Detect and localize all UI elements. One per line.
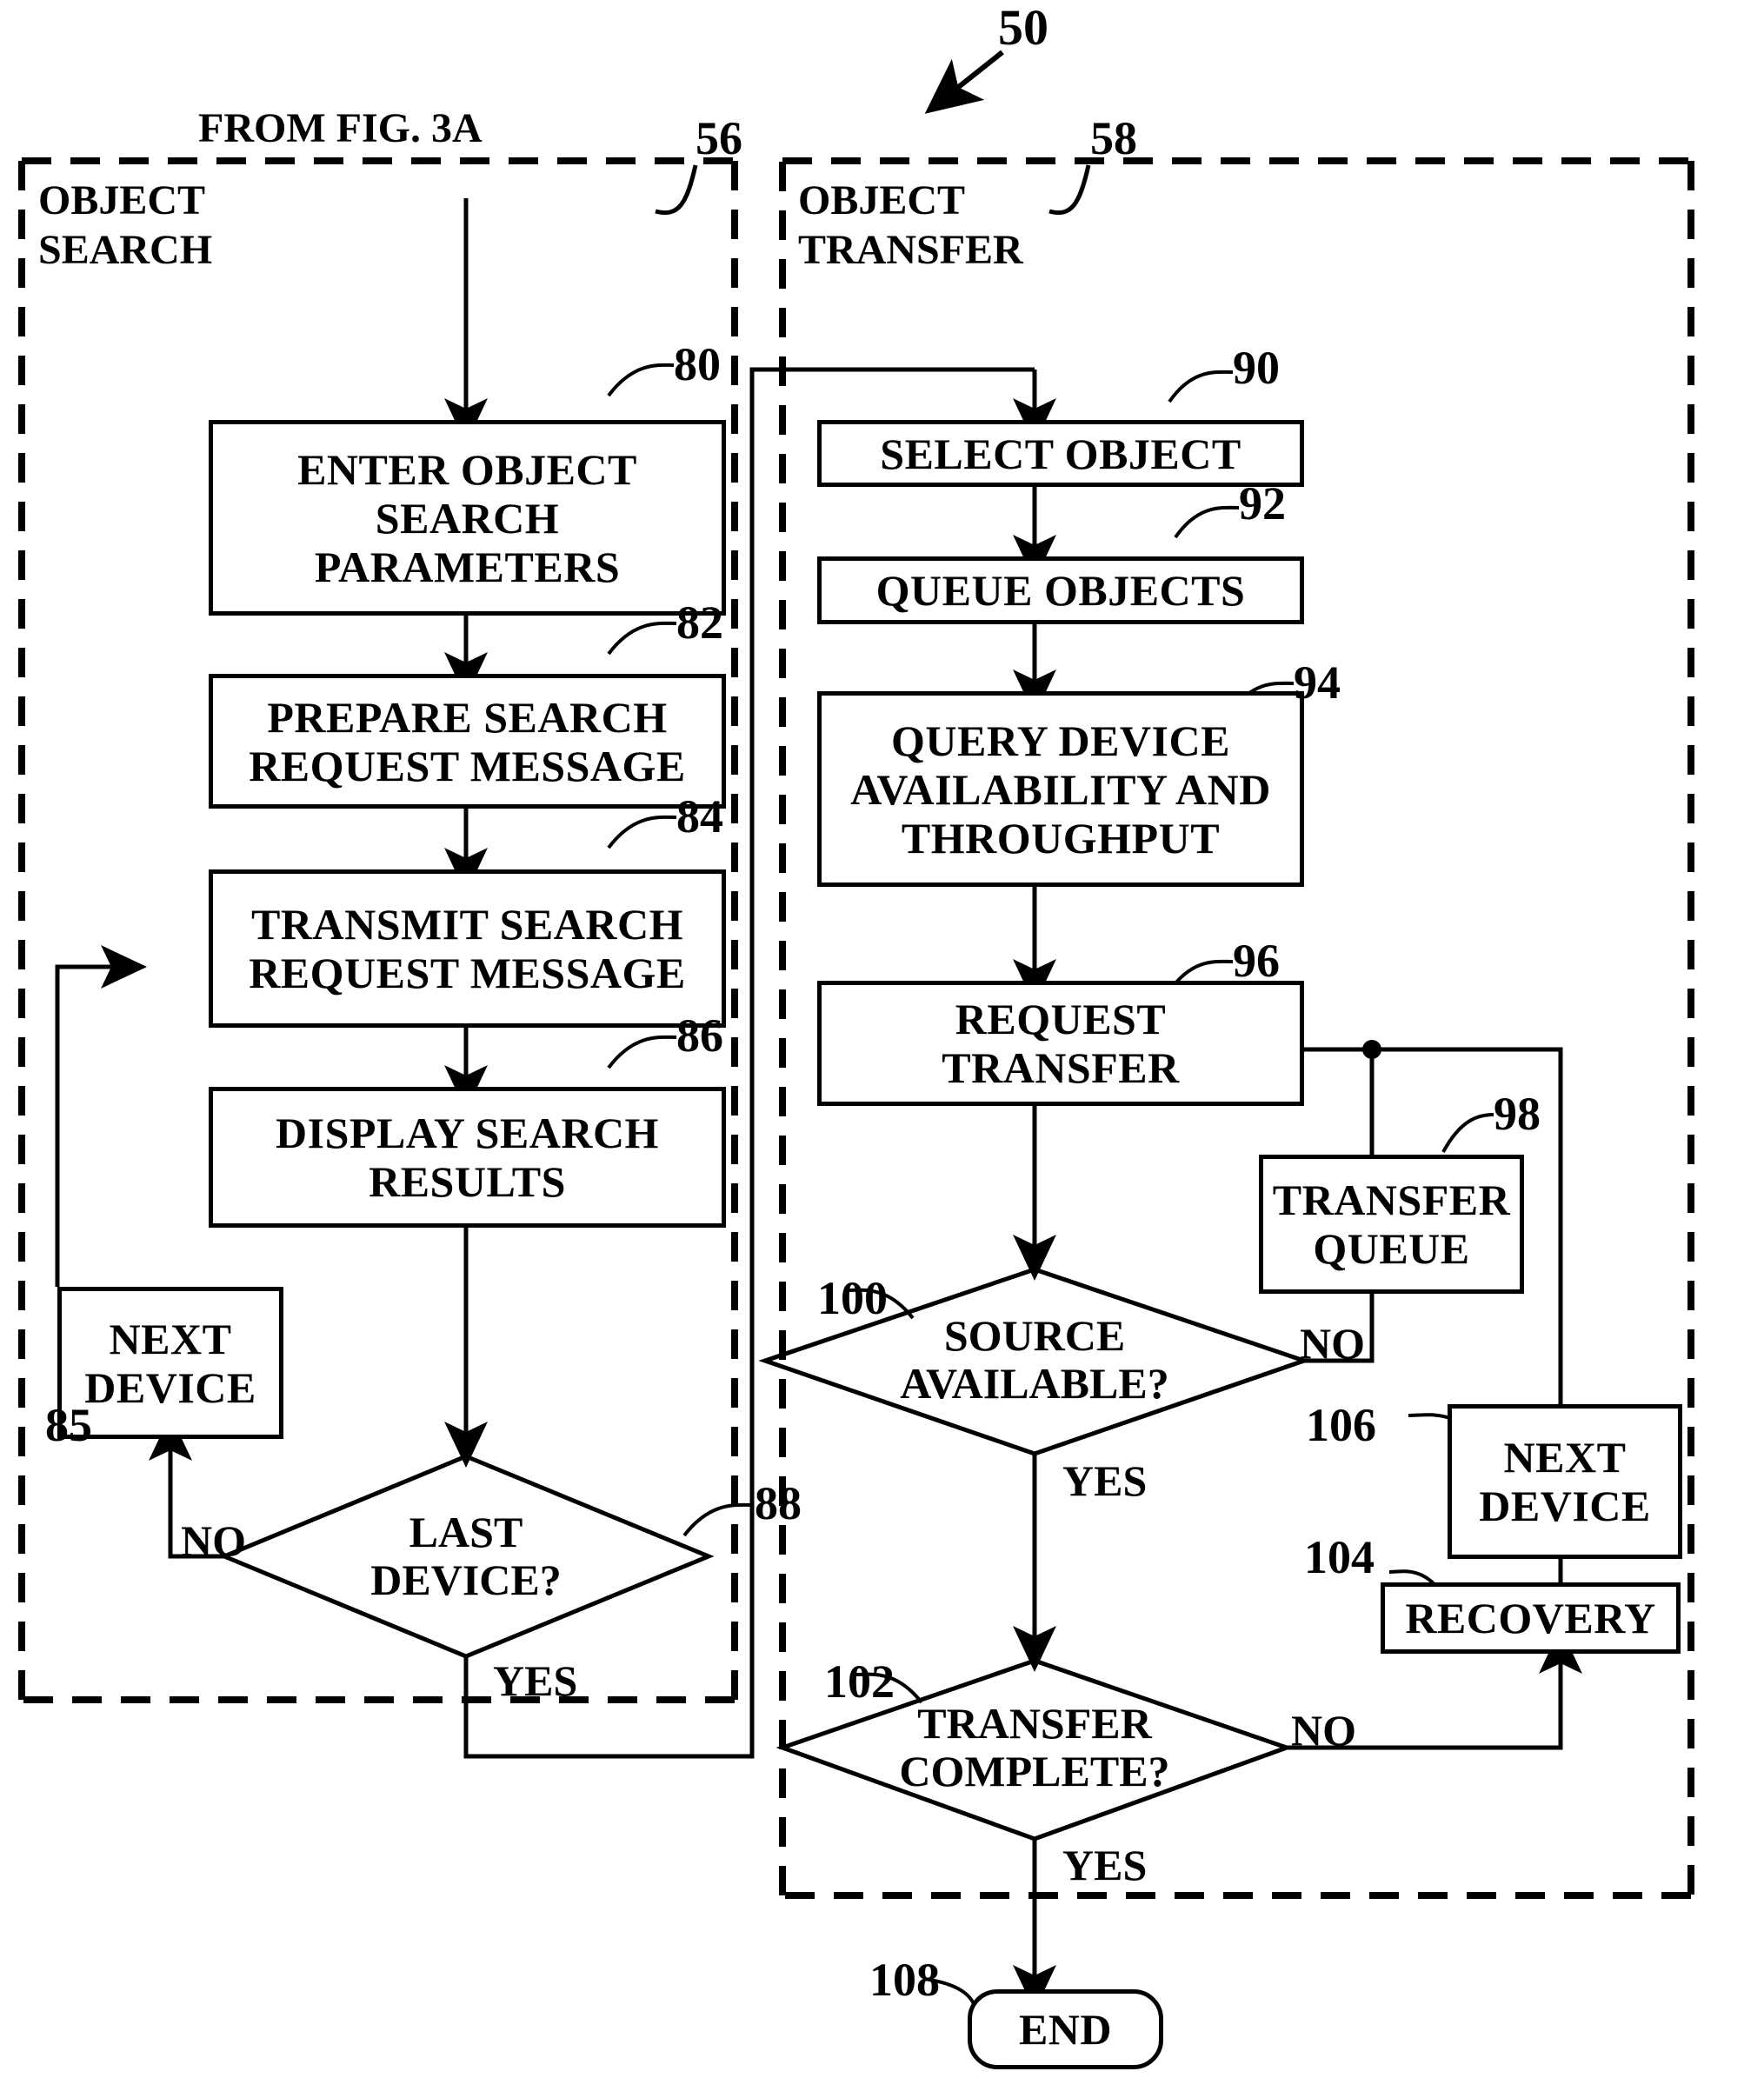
node-label: ENTER OBJECT SEARCH PARAMETERS [297, 444, 637, 591]
edge-label-last-device-yes: YES [493, 1656, 578, 1705]
node-label: QUEUE OBJECTS [875, 566, 1246, 615]
edge-label-source-available-no: NO [1300, 1319, 1365, 1368]
ref-number-94: 94 [1294, 656, 1341, 709]
node-prepare-search-request-message[interactable]: PREPARE SEARCH REQUEST MESSAGE [209, 674, 726, 809]
node-end[interactable]: END [968, 1989, 1163, 2069]
edge-label-source-available-yes: YES [1062, 1456, 1148, 1505]
node-label: PREPARE SEARCH REQUEST MESSAGE [249, 692, 686, 790]
node-recovery[interactable]: RECOVERY [1381, 1582, 1681, 1654]
node-label: SELECT OBJECT [880, 429, 1241, 478]
node-label: RECOVERY [1405, 1594, 1656, 1642]
decision-label: LAST DEVICE? [370, 1508, 562, 1604]
ref-number-98: 98 [1494, 1088, 1541, 1140]
decision-source-available[interactable]: SOURCE AVAILABLE? [878, 1306, 1191, 1414]
ref-number-82: 82 [676, 596, 723, 649]
ref-number-106: 106 [1306, 1399, 1376, 1451]
ref-number-108: 108 [869, 1954, 940, 2006]
node-transfer-queue[interactable]: TRANSFER QUEUE [1259, 1155, 1524, 1294]
decision-last-device[interactable]: LAST DEVICE? [323, 1502, 609, 1610]
edge-label-last-device-no: NO [181, 1516, 246, 1565]
from-figure-note: FROM FIG. 3A [198, 105, 483, 151]
node-next-device-transfer[interactable]: NEXT DEVICE [1448, 1404, 1682, 1559]
ref-number-84: 84 [676, 790, 723, 843]
node-label: NEXT DEVICE [1479, 1433, 1651, 1530]
figure-label-50: 50 [998, 0, 1048, 56]
decision-label: TRANSFER COMPLETE? [899, 1699, 1170, 1795]
node-label: DISPLAY SEARCH RESULTS [276, 1109, 659, 1206]
ref-number-100: 100 [817, 1272, 888, 1324]
ref-number-80: 80 [674, 338, 721, 390]
ref-number-58: 58 [1090, 112, 1137, 164]
node-display-search-results[interactable]: DISPLAY SEARCH RESULTS [209, 1087, 726, 1228]
decision-label: SOURCE AVAILABLE? [900, 1311, 1169, 1408]
node-queue-objects[interactable]: QUEUE OBJECTS [817, 556, 1304, 624]
ref-number-102: 102 [824, 1655, 895, 1708]
node-request-transfer[interactable]: REQUEST TRANSFER [817, 981, 1304, 1106]
node-transmit-search-request-message[interactable]: TRANSMIT SEARCH REQUEST MESSAGE [209, 869, 726, 1028]
node-select-object[interactable]: SELECT OBJECT [817, 420, 1304, 487]
node-label: REQUEST TRANSFER [942, 995, 1180, 1092]
ref-number-56: 56 [696, 112, 742, 164]
patent-figure-3b: 50 FROM FIG. 3A OBJECT SEARCH OBJECT TRA… [0, 0, 1764, 2078]
node-label: TRANSFER QUEUE [1272, 1176, 1511, 1273]
node-label: QUERY DEVICE AVAILABILITY AND THROUGHPUT [850, 716, 1271, 863]
node-query-device-availability-throughput[interactable]: QUERY DEVICE AVAILABILITY AND THROUGHPUT [817, 691, 1304, 887]
decision-transfer-complete[interactable]: TRANSFER COMPLETE? [878, 1694, 1191, 1802]
panel-title-object-transfer: OBJECT TRANSFER [798, 177, 1023, 273]
ref-number-96: 96 [1233, 935, 1280, 987]
panel-title-object-search: OBJECT SEARCH [38, 177, 213, 273]
edge-label-transfer-complete-no: NO [1291, 1706, 1356, 1755]
node-label: END [1018, 2005, 1113, 2054]
ref-number-86: 86 [676, 1009, 723, 1062]
ref-number-85: 85 [45, 1399, 92, 1451]
ref-number-104: 104 [1304, 1531, 1375, 1583]
node-label: TRANSMIT SEARCH REQUEST MESSAGE [249, 900, 686, 997]
ref-number-90: 90 [1233, 342, 1280, 394]
node-label: NEXT DEVICE [84, 1314, 256, 1412]
edge-label-transfer-complete-yes: YES [1062, 1841, 1148, 1889]
ref-number-92: 92 [1239, 477, 1286, 529]
ref-number-88: 88 [755, 1477, 802, 1529]
node-enter-object-search-parameters[interactable]: ENTER OBJECT SEARCH PARAMETERS [209, 420, 726, 616]
